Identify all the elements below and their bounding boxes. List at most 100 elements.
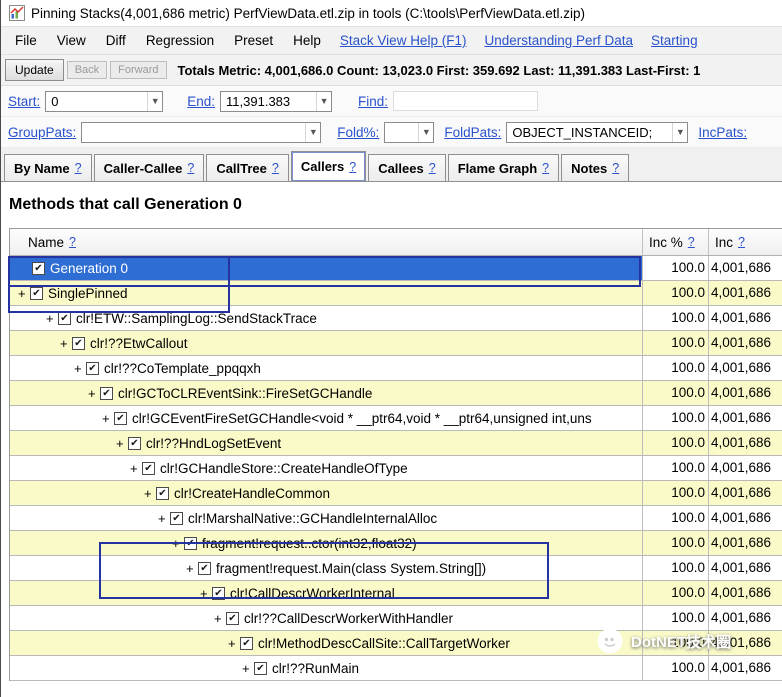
row-checkbox[interactable]: ✔ bbox=[128, 436, 141, 450]
row-checkbox[interactable]: ✔ bbox=[72, 336, 85, 350]
tab-help-link[interactable]: ? bbox=[429, 161, 436, 175]
row-checkbox[interactable]: ✔ bbox=[226, 611, 239, 625]
row-name-cell[interactable]: + ✔ clr!GCEventFireSetGCHandle<void * __pt… bbox=[10, 406, 642, 430]
menu-view[interactable]: View bbox=[47, 29, 96, 52]
row-checkbox[interactable]: ✔ bbox=[58, 311, 71, 325]
row-name-cell[interactable]: + ✔ fragment!request.Main(class System.Str… bbox=[10, 556, 642, 580]
start-combobox[interactable]: 0 ▼ bbox=[45, 90, 164, 112]
foldpats-label[interactable]: FoldPats: bbox=[444, 125, 501, 140]
tab-callers[interactable]: Callers ? bbox=[290, 151, 367, 181]
grouppats-label[interactable]: GroupPats: bbox=[8, 125, 76, 140]
menu-diff[interactable]: Diff bbox=[96, 29, 136, 52]
column-header-inc[interactable]: Inc ? bbox=[708, 229, 782, 255]
foldpats-combobox[interactable]: OBJECT_INSTANCEID; ▼ bbox=[506, 121, 689, 143]
tab-help-link[interactable]: ? bbox=[187, 161, 194, 175]
row-name-cell[interactable]: + ✔ clr!??CoTemplate_ppqqxh bbox=[10, 356, 642, 380]
row-name-cell[interactable]: + ✔ fragment!request..ctor(int32,float32) bbox=[10, 531, 642, 555]
row-name-cell[interactable]: + ✔ SinglePinned bbox=[10, 281, 642, 305]
expand-icon[interactable]: + bbox=[74, 361, 86, 376]
tab-flame-graph[interactable]: Flame Graph ? bbox=[447, 154, 560, 181]
end-combobox[interactable]: 11,391.383 ▼ bbox=[220, 90, 333, 112]
row-name-cell[interactable]: + ✔ clr!MarshalNative::GCHandleInternalAll… bbox=[10, 506, 642, 530]
tab-help-link[interactable]: ? bbox=[75, 161, 82, 175]
row-name-cell[interactable]: + ✔ clr!GCHandleStore::CreateHandleOfType bbox=[10, 456, 642, 480]
update-button[interactable]: Update bbox=[5, 59, 64, 81]
tab-caller-callee[interactable]: Caller-Callee ? bbox=[93, 154, 205, 181]
row-checkbox[interactable]: ✔ bbox=[184, 536, 197, 550]
row-checkbox[interactable]: ✔ bbox=[240, 636, 253, 650]
expand-icon[interactable]: + bbox=[88, 386, 100, 401]
tab-help-link[interactable]: ? bbox=[349, 160, 356, 174]
expand-icon[interactable]: + bbox=[186, 561, 198, 576]
table-row[interactable]: + ✔ clr!CreateHandleCommon 100.0 4,001,686 bbox=[10, 481, 782, 506]
row-checkbox[interactable]: ✔ bbox=[100, 386, 113, 400]
column-help-link[interactable]: ? bbox=[688, 235, 695, 249]
column-help-link[interactable]: ? bbox=[738, 235, 745, 249]
table-row[interactable]: + ✔ clr!??EtwCallout 100.0 4,001,686 bbox=[10, 331, 782, 356]
column-help-link[interactable]: ? bbox=[69, 235, 76, 249]
expand-icon[interactable]: + bbox=[214, 611, 226, 626]
table-row[interactable]: + ✔ clr!??CoTemplate_ppqqxh 100.0 4,001,686 bbox=[10, 356, 782, 381]
column-header-name[interactable]: Name ? bbox=[10, 229, 642, 255]
back-button[interactable]: Back bbox=[66, 61, 108, 79]
row-name-cell[interactable]: ✔ Generation 0 bbox=[10, 256, 642, 280]
find-input[interactable] bbox=[393, 91, 539, 111]
row-name-cell[interactable]: + ✔ clr!GCToCLREventSink::FireSetGCHandle bbox=[10, 381, 642, 405]
table-row[interactable]: + ✔ clr!??CallDescrWorkerWithHandler 100.0 4… bbox=[10, 606, 782, 631]
row-checkbox[interactable]: ✔ bbox=[114, 411, 127, 425]
row-name-cell[interactable]: + ✔ clr!??EtwCallout bbox=[10, 331, 642, 355]
menu-file[interactable]: File bbox=[5, 29, 47, 52]
row-checkbox[interactable]: ✔ bbox=[156, 486, 169, 500]
foldpct-combobox[interactable]: ▼ bbox=[384, 121, 435, 143]
table-row[interactable]: + ✔ clr!MarshalNative::GCHandleInternalAll… bbox=[10, 506, 782, 531]
table-row[interactable]: + ✔ clr!ETW::SamplingLog::SendStackTrace 10… bbox=[10, 306, 782, 331]
row-checkbox[interactable]: ✔ bbox=[30, 286, 43, 300]
expand-icon[interactable]: + bbox=[242, 661, 254, 676]
menu-regression[interactable]: Regression bbox=[136, 29, 224, 52]
table-row[interactable]: + ✔ clr!GCToCLREventSink::FireSetGCHandle 1… bbox=[10, 381, 782, 406]
table-row[interactable]: + ✔ clr!MethodDescCallSite::CallTargetWork… bbox=[10, 631, 782, 656]
menu-preset[interactable]: Preset bbox=[224, 29, 283, 52]
row-name-cell[interactable]: + ✔ clr!??CallDescrWorkerWithHandler bbox=[10, 606, 642, 630]
row-checkbox[interactable]: ✔ bbox=[254, 661, 267, 675]
expand-icon[interactable]: + bbox=[116, 436, 128, 451]
menu-help[interactable]: Help bbox=[283, 29, 331, 52]
tab-calltree[interactable]: CallTree ? bbox=[206, 154, 289, 181]
find-label[interactable]: Find: bbox=[358, 94, 388, 109]
expand-icon[interactable]: + bbox=[158, 511, 170, 526]
chevron-down-icon[interactable]: ▼ bbox=[418, 122, 433, 142]
tab-notes[interactable]: Notes ? bbox=[561, 154, 630, 181]
expand-icon[interactable]: + bbox=[46, 311, 58, 326]
link-starting[interactable]: Starting bbox=[642, 29, 707, 52]
table-row[interactable]: + ✔ clr!GCEventFireSetGCHandle<void * __pt… bbox=[10, 406, 782, 431]
row-name-cell[interactable]: + ✔ clr!MethodDescCallSite::CallTargetWork… bbox=[10, 631, 642, 655]
row-checkbox[interactable]: ✔ bbox=[198, 561, 211, 575]
table-row[interactable]: + ✔ fragment!request.Main(class System.Str… bbox=[10, 556, 782, 581]
row-name-cell[interactable]: + ✔ clr!??RunMain bbox=[10, 656, 642, 680]
expand-icon[interactable]: + bbox=[200, 586, 212, 601]
chevron-down-icon[interactable]: ▼ bbox=[672, 122, 687, 142]
expand-icon[interactable]: + bbox=[144, 486, 156, 501]
start-label[interactable]: Start: bbox=[8, 94, 40, 109]
table-row[interactable]: + ✔ fragment!request..ctor(int32,float32) 1… bbox=[10, 531, 782, 556]
row-name-cell[interactable]: + ✔ clr!??HndLogSetEvent bbox=[10, 431, 642, 455]
table-row[interactable]: + ✔ clr!CallDescrWorkerInternal 100.0 4,001,… bbox=[10, 581, 782, 606]
row-name-cell[interactable]: + ✔ clr!CreateHandleCommon bbox=[10, 481, 642, 505]
table-row[interactable]: + ✔ SinglePinned 100.0 4,001,686 bbox=[10, 281, 782, 306]
row-checkbox[interactable]: ✔ bbox=[142, 461, 155, 475]
table-row[interactable]: + ✔ clr!GCHandleStore::CreateHandleOfType 1… bbox=[10, 456, 782, 481]
incpats-label[interactable]: IncPats: bbox=[698, 125, 747, 140]
table-row[interactable]: + ✔ clr!??HndLogSetEvent 100.0 4,001,686 bbox=[10, 431, 782, 456]
table-row[interactable]: ✔ Generation 0 100.0 4,001,686 bbox=[10, 256, 782, 281]
tab-callees[interactable]: Callees ? bbox=[368, 154, 446, 181]
expand-icon[interactable]: + bbox=[130, 461, 142, 476]
link-stack-view-help[interactable]: Stack View Help (F1) bbox=[331, 29, 476, 52]
expand-icon[interactable]: + bbox=[102, 411, 114, 426]
row-checkbox[interactable]: ✔ bbox=[170, 511, 183, 525]
row-checkbox[interactable]: ✔ bbox=[212, 586, 225, 600]
expand-icon[interactable]: + bbox=[18, 286, 30, 301]
grouppats-combobox[interactable]: ▼ bbox=[81, 121, 322, 143]
chevron-down-icon[interactable]: ▼ bbox=[305, 122, 320, 142]
chevron-down-icon[interactable]: ▼ bbox=[147, 91, 162, 111]
tab-help-link[interactable]: ? bbox=[272, 161, 279, 175]
